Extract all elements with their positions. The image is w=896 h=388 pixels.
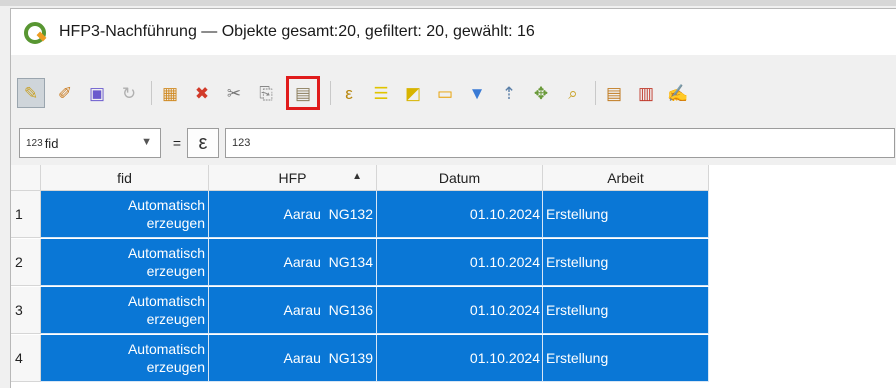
cell-fid[interactable]: Automatisch erzeugen (41, 335, 209, 382)
field-update-bar: 123 fid ▼ = ε 123 (11, 123, 896, 163)
toggle-editing-icon: ✎ (23, 83, 39, 103)
row-number[interactable]: 2 (11, 239, 41, 286)
cut-button[interactable]: ✂ (222, 81, 246, 105)
cell-datum[interactable]: 01.10.2024 (377, 239, 543, 286)
expression-select-icon: ε (345, 83, 353, 103)
deselect-all-icon: ▭ (436, 83, 454, 103)
update-value-input[interactable]: 123 (225, 128, 895, 158)
fid-line: erzeugen (146, 263, 205, 279)
filter-select-button[interactable]: ▼ (465, 81, 489, 105)
toggle-editing-button[interactable]: ✎ (17, 78, 45, 108)
toggle-multi-edit-button[interactable]: ✐ (53, 81, 77, 105)
column-header-fid[interactable]: fid (41, 165, 209, 191)
cell-datum[interactable]: 01.10.2024 (377, 287, 543, 334)
fid-line: erzeugen (146, 311, 205, 327)
field-calculator-button[interactable]: ✍ (666, 81, 690, 105)
new-field-button[interactable]: ▤ (602, 81, 626, 105)
fid-line: Automatisch (127, 197, 205, 213)
corner-header[interactable] (11, 165, 41, 191)
delete-field-button[interactable]: ▥ (634, 81, 658, 105)
column-header-datum[interactable]: Datum (377, 165, 543, 191)
expression-builder-button[interactable]: ε (187, 128, 219, 158)
attribute-table: fid HFP ▲ Datum Arbeit 1 Automatisch erze… (11, 165, 896, 388)
cell-fid[interactable]: Automatisch erzeugen (41, 239, 209, 286)
row-number[interactable]: 3 (11, 287, 41, 334)
epsilon-icon: ε (198, 131, 208, 154)
cell-arbeit[interactable]: Erstellung (543, 287, 709, 334)
attribute-table-window: HFP3-Nachführung — Objekte gesamt:20, ge… (10, 8, 896, 388)
delete-selected-icon: ✖ (194, 83, 210, 103)
attribute-toolbar: ✎ ✐ ▣ ↻ ▦ ✖ ✂ ⎘ ▤ ε ☰ ◩ ▭ ▼ ⇡ ✥ ⌕ ▤ ▥ ✍ (11, 71, 896, 115)
move-selection-top-icon: ⇡ (501, 83, 517, 103)
row-number[interactable]: 1 (11, 191, 41, 238)
table-header: fid HFP ▲ Datum Arbeit (11, 165, 896, 191)
fid-line: Automatisch (127, 245, 205, 261)
cell-arbeit[interactable]: Erstellung (543, 335, 709, 382)
field-calculator-icon: ✍ (667, 83, 689, 103)
reload-icon: ↻ (121, 83, 137, 103)
column-header-arbeit[interactable]: Arbeit (543, 165, 709, 191)
toggle-multi-edit-icon: ✐ (57, 83, 73, 103)
select-all-icon: ☰ (373, 83, 389, 103)
cell-hfp[interactable]: Aarau NG136 (209, 287, 377, 334)
delete-field-icon: ▥ (637, 83, 655, 103)
toolbar-separator (595, 81, 596, 105)
add-feature-icon: ▦ (161, 83, 179, 103)
invert-selection-button[interactable]: ◩ (401, 81, 425, 105)
cell-arbeit[interactable]: Erstellung (543, 239, 709, 286)
paste-button[interactable]: ▤ (286, 76, 320, 110)
cell-fid[interactable]: Automatisch erzeugen (41, 191, 209, 238)
qgis-logo-icon (23, 21, 47, 44)
copy-icon: ⎘ (259, 83, 273, 103)
column-header-hfp-label: HFP (278, 169, 307, 186)
copy-button[interactable]: ⎘ (254, 81, 278, 105)
toolbar-separator (151, 81, 152, 105)
paste-icon: ▤ (294, 83, 312, 103)
table-empty-area (709, 191, 896, 388)
fid-line: Automatisch (127, 341, 205, 357)
row-number[interactable]: 4 (11, 335, 41, 382)
fid-line: erzeugen (146, 215, 205, 231)
cell-hfp[interactable]: Aarau NG134 (209, 239, 377, 286)
save-edits-button[interactable]: ▣ (85, 81, 109, 105)
cell-hfp[interactable]: Aarau NG139 (209, 335, 377, 382)
pan-to-selected-icon: ✥ (533, 83, 549, 103)
new-field-icon: ▤ (605, 83, 623, 103)
toolbar-separator (330, 81, 331, 105)
column-header-hfp[interactable]: HFP ▲ (209, 165, 377, 191)
fid-line: Automatisch (127, 293, 205, 309)
deselect-all-button[interactable]: ▭ (433, 81, 457, 105)
save-edits-icon: ▣ (88, 83, 106, 103)
cell-datum[interactable]: 01.10.2024 (377, 191, 543, 238)
selected-field-name: fid (44, 135, 59, 151)
zoom-to-selected-button[interactable]: ⌕ (561, 81, 585, 105)
add-feature-button[interactable]: ▦ (158, 81, 182, 105)
cell-arbeit[interactable]: Erstellung (543, 191, 709, 238)
top-border (0, 0, 896, 6)
zoom-to-selected-icon: ⌕ (568, 83, 578, 103)
invert-selection-icon: ◩ (404, 83, 422, 103)
fid-line: erzeugen (146, 359, 205, 375)
cell-datum[interactable]: 01.10.2024 (377, 335, 543, 382)
integer-type-icon: 123 (26, 137, 43, 149)
cell-fid[interactable]: Automatisch erzeugen (41, 287, 209, 334)
cut-icon: ✂ (226, 83, 242, 103)
move-selection-top-button[interactable]: ⇡ (497, 81, 521, 105)
window-title: HFP3-Nachführung — Objekte gesamt:20, ge… (59, 23, 535, 40)
sort-ascending-icon: ▲ (352, 171, 362, 182)
chevron-down-icon: ▼ (141, 136, 152, 148)
delete-selected-button[interactable]: ✖ (190, 81, 214, 105)
title-bar: HFP3-Nachführung — Objekte gesamt:20, ge… (11, 9, 896, 55)
select-all-button[interactable]: ☰ (369, 81, 393, 105)
cell-hfp[interactable]: Aarau NG132 (209, 191, 377, 238)
field-selector[interactable]: 123 fid ▼ (19, 128, 161, 158)
select-by-expression-button[interactable]: ε (337, 81, 361, 105)
reload-button[interactable]: ↻ (117, 81, 141, 105)
filter-select-icon: ▼ (468, 83, 486, 103)
equals-label: = (172, 135, 182, 151)
pan-to-selected-button[interactable]: ✥ (529, 81, 553, 105)
